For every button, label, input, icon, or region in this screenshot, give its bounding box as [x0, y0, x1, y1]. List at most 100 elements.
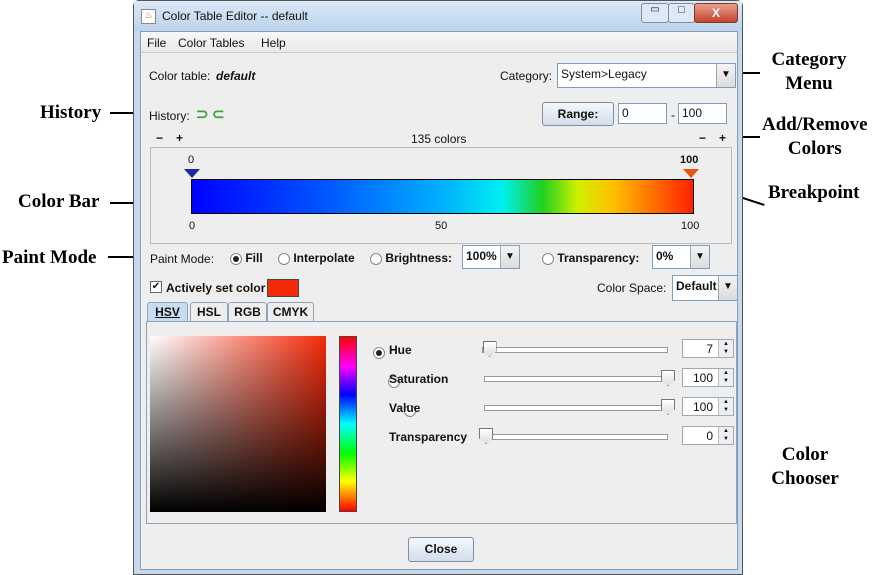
saturation-spinner[interactable]: 100 ▲ ▼ — [682, 368, 734, 387]
saturation-value-square[interactable] — [150, 336, 326, 512]
close-window-button[interactable]: X — [694, 3, 738, 23]
tab-hsv[interactable]: HSV — [147, 302, 188, 321]
range-button[interactable]: Range: — [542, 102, 614, 126]
hue-strip[interactable] — [339, 336, 357, 512]
color-space-select[interactable]: Default ▼ — [672, 275, 738, 301]
chevron-down-icon: ▼ — [690, 246, 709, 268]
minimize-button[interactable]: ▭ — [641, 3, 669, 23]
spinner-arrows-icon[interactable]: ▲ ▼ — [718, 427, 733, 444]
fill-radio[interactable]: Fill — [230, 251, 263, 265]
remove-color-right-button[interactable]: − — [699, 131, 706, 145]
spinner-arrows-icon[interactable]: ▲ ▼ — [718, 398, 733, 415]
menu-bar: File Color Tables Help — [141, 32, 737, 53]
annotation-category-menu: Category Menu — [771, 49, 847, 94]
slider-thumb[interactable] — [661, 370, 675, 386]
color-bar-panel: 0 100 0 50 100 — [150, 147, 732, 244]
active-color-swatch[interactable] — [267, 279, 299, 297]
editor-body: File Color Tables Help Color table: defa… — [140, 31, 738, 570]
add-color-right-button[interactable]: + — [719, 131, 726, 145]
color-space-value: Default — [676, 279, 717, 293]
tab-cmyk[interactable]: CMYK — [267, 302, 314, 321]
hue-slider[interactable] — [482, 347, 668, 353]
transparency-label: Transparency: — [557, 251, 640, 265]
tick-label: 0 — [189, 220, 196, 232]
chooser-row-label: Saturation — [389, 372, 449, 386]
color-count: 135 colors — [411, 132, 467, 146]
color-bar[interactable] — [191, 179, 694, 214]
brightness-radio[interactable]: Brightness: — [370, 251, 452, 265]
menu-color-tables[interactable]: Color Tables — [178, 36, 244, 50]
color-table-label: Color table: — [149, 69, 211, 83]
chooser-row-label: Hue — [389, 343, 412, 357]
annotation-paint-mode: Paint Mode — [2, 247, 97, 268]
transparency-value: 0% — [656, 249, 674, 263]
maximize-button[interactable]: □ — [668, 3, 695, 23]
annotation-history: History — [40, 102, 102, 123]
brightness-value: 100% — [466, 249, 497, 263]
undo-icon[interactable]: ⊃ — [196, 105, 209, 123]
saturation-slider[interactable] — [484, 376, 670, 382]
value-spinner[interactable]: 100 ▲ ▼ — [682, 397, 734, 416]
title-bar: ♨ Color Table Editor -- default ▭ □ X — [134, 1, 742, 31]
annotation-add-remove-colors: Add/Remove Colors — [762, 114, 868, 159]
breakpoint-right-marker[interactable] — [683, 169, 699, 178]
close-button[interactable]: Close — [408, 537, 474, 562]
transparency-spinner[interactable]: 0 ▲ ▼ — [682, 426, 734, 445]
spinner-arrows-icon[interactable]: ▲ ▼ — [718, 369, 733, 386]
actively-set-color-checkbox[interactable]: ✔ — [150, 281, 162, 293]
color-table-editor-window: ♨ Color Table Editor -- default ▭ □ X Fi… — [133, 0, 743, 575]
annotation-breakpoint: Breakpoint — [768, 182, 860, 203]
color-table-name: default — [216, 69, 256, 83]
paint-mode-label: Paint Mode: — [150, 252, 215, 266]
color-space-label: Color Space: — [597, 281, 667, 295]
transparency-slider[interactable] — [482, 434, 668, 440]
hue-radio[interactable] — [373, 346, 385, 359]
tab-hsl[interactable]: HSL — [190, 302, 228, 321]
annotation-color-chooser: Color Chooser — [771, 444, 839, 489]
spinner-value: 0 — [706, 429, 713, 443]
annotation-color-bar: Color Bar — [18, 191, 100, 212]
spinner-value: 100 — [692, 400, 713, 414]
slider-thumb[interactable] — [482, 341, 497, 357]
chooser-row-label: Transparency — [389, 430, 468, 444]
java-icon: ♨ — [141, 9, 156, 24]
chevron-down-icon: ▼ — [718, 276, 737, 300]
actively-set-color-label: Actively set color — [166, 281, 266, 295]
add-color-left-button[interactable]: + — [176, 131, 183, 145]
menu-file[interactable]: File — [147, 36, 166, 50]
chooser-row-label: Value — [389, 401, 421, 415]
redo-icon[interactable]: ⊂ — [212, 105, 225, 123]
remove-color-left-button[interactable]: − — [156, 131, 163, 145]
breakpoint-left-label: 0 — [188, 154, 195, 166]
slider-thumb[interactable] — [479, 428, 493, 444]
range-separator: - — [671, 108, 675, 122]
brightness-select[interactable]: 100% ▼ — [462, 245, 520, 269]
category-select[interactable]: System>Legacy ▼ — [557, 63, 736, 88]
chevron-down-icon: ▼ — [716, 64, 735, 87]
spinner-value: 7 — [706, 342, 713, 356]
tick-label: 50 — [435, 220, 448, 232]
interpolate-label: Interpolate — [293, 251, 355, 265]
tab-rgb[interactable]: RGB — [228, 302, 267, 321]
transparency-select[interactable]: 0% ▼ — [652, 245, 710, 269]
tick-label: 100 — [681, 220, 700, 232]
fill-label: Fill — [245, 251, 263, 265]
chevron-down-icon: ▼ — [500, 246, 519, 268]
slider-thumb[interactable] — [661, 399, 675, 415]
range-min-input[interactable]: 0 — [618, 103, 667, 124]
category-value: System>Legacy — [561, 67, 647, 81]
breakpoint-left-marker[interactable] — [184, 169, 200, 178]
spinner-arrows-icon[interactable]: ▲ ▼ — [718, 340, 733, 357]
transparency-radio[interactable]: Transparency: — [542, 251, 639, 265]
value-slider[interactable] — [484, 405, 670, 411]
breakpoint-right-label: 100 — [680, 154, 699, 166]
range-max-input[interactable]: 100 — [678, 103, 727, 124]
brightness-label: Brightness: — [385, 251, 453, 265]
interpolate-radio[interactable]: Interpolate — [278, 251, 355, 265]
history-label: History: — [149, 109, 190, 123]
hue-spinner[interactable]: 7 ▲ ▼ — [682, 339, 734, 358]
category-label: Category: — [500, 69, 553, 83]
color-chooser-panel: Hue 7 ▲ ▼ Saturation 100 ▲ ▼ Value 100 ▲ ▼ Transp… — [146, 321, 737, 524]
menu-help[interactable]: Help — [261, 36, 286, 50]
spinner-value: 100 — [692, 371, 713, 385]
